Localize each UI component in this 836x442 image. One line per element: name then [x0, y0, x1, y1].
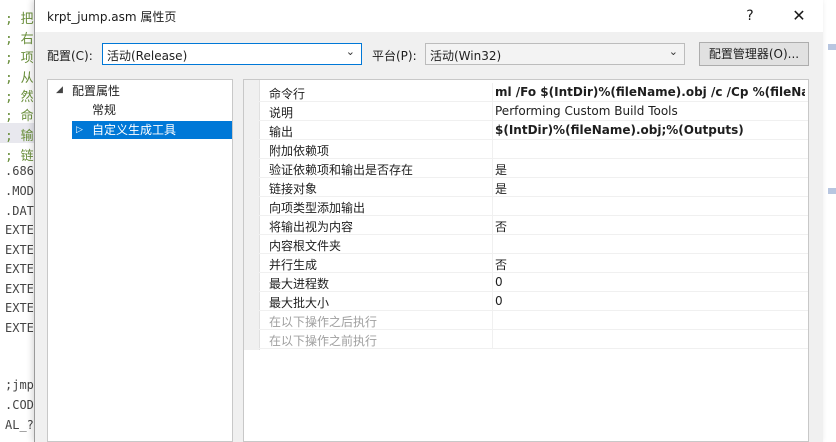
property-grid: 命令行 ml /Fo $(IntDir)%(fileName).obj /c /C… [243, 79, 809, 442]
property-value[interactable]: 是 [495, 161, 805, 178]
property-row[interactable]: 在以下操作之前执行 [259, 330, 808, 349]
property-row[interactable]: 链接对象 是 [259, 178, 808, 197]
scroll-marker [828, 44, 836, 50]
property-name: 最大进程数 [269, 277, 330, 291]
property-divider [492, 83, 493, 102]
property-divider [492, 292, 493, 311]
tree-item-configuration-properties[interactable]: 配置属性 [72, 82, 120, 100]
editor-code-line: .MOD [5, 184, 34, 198]
property-value[interactable]: ml /Fo $(IntDir)%(fileName).obj /c /Cp %… [495, 85, 805, 99]
configuration-manager-button[interactable]: 配置管理器(O)... [699, 42, 809, 66]
editor-code-line: ; 输 [5, 129, 34, 144]
property-value[interactable]: 否 [495, 218, 805, 235]
property-value[interactable]: 否 [495, 256, 805, 273]
editor-code-line: ; 把 [5, 12, 34, 27]
property-divider [492, 121, 493, 140]
property-name: 在以下操作之前执行 [269, 334, 378, 348]
platform-label: 平台(P): [372, 49, 417, 63]
editor-code-line: EXTE [5, 321, 34, 335]
editor-code-line: EXTE [5, 262, 34, 276]
editor-code-line: ; 从 [5, 71, 34, 86]
chevron-down-icon: ⌄ [345, 45, 355, 58]
property-row[interactable]: 命令行 ml /Fo $(IntDir)%(fileName).obj /c /C… [259, 83, 808, 102]
property-row[interactable]: 输出 $(IntDir)%(fileName).obj;%(Outputs) [259, 121, 808, 140]
property-name: 在以下操作之后执行 [269, 315, 378, 329]
editor-code-line: AL_? [5, 418, 34, 432]
property-row[interactable]: 最大批大小 0 [259, 292, 808, 311]
editor-code-line: ; 链 [5, 149, 34, 164]
editor-code-line: ; 然 [5, 90, 34, 105]
configuration-label: 配置(C): [47, 49, 93, 63]
editor-code-line: EXTE [5, 223, 34, 237]
editor-code-line: .COD [5, 398, 34, 412]
editor-code-line: EXTE [5, 243, 34, 257]
property-value[interactable]: Performing Custom Build Tools [495, 104, 805, 118]
platform-value: 活动(Win32) [430, 49, 502, 63]
editor-code-line: .686 [5, 164, 34, 178]
property-divider [492, 102, 493, 121]
expanded-triangle-icon[interactable]: ◢ [56, 85, 63, 95]
property-name: 内容根文件夹 [269, 239, 342, 253]
editor-code-line: EXTE [5, 282, 34, 296]
property-value[interactable]: 0 [495, 275, 805, 289]
background-editor-right-edge [822, 0, 836, 442]
tree-item-label: 自定义生成工具 [92, 123, 177, 137]
property-row[interactable]: 向项类型添加输出 [259, 197, 808, 216]
property-divider [492, 273, 493, 292]
editor-code-line: ;jmp [5, 378, 34, 392]
property-divider [492, 197, 493, 216]
chevron-down-icon: ⌄ [668, 45, 678, 58]
property-row[interactable]: 验证依赖项和输出是否存在 是 [259, 159, 808, 178]
editor-code-line: .DAT [5, 204, 34, 218]
property-row[interactable]: 附加依赖项 [259, 140, 808, 159]
scroll-marker [828, 188, 836, 194]
property-row[interactable]: 最大进程数 0 [259, 273, 808, 292]
tree-item-general[interactable]: 常规 [92, 101, 116, 119]
configuration-value: 活动(Release) [107, 49, 188, 63]
property-name: 最大批大小 [269, 296, 330, 310]
property-divider [492, 235, 493, 254]
dialog-title: krpt_jump.asm 属性页 [47, 10, 177, 24]
property-divider [492, 140, 493, 159]
property-grid-gutter [244, 80, 260, 350]
property-name: 附加依赖项 [269, 144, 330, 158]
help-button[interactable]: ? [725, 4, 775, 28]
property-divider [492, 254, 493, 273]
background-code-editor: ; 把 ; 右 ; 项 ; 从 ; 然 ; 命 ; 输 ; 链 .686 .MOD .DAT EXTE… [0, 0, 38, 442]
property-name: 链接对象 [269, 182, 318, 196]
property-value[interactable]: $(IntDir)%(fileName).obj;%(Outputs) [495, 123, 805, 137]
property-value[interactable]: 0 [495, 294, 805, 308]
property-row[interactable]: 将输出视为内容 否 [259, 216, 808, 235]
property-tree: ◢ 配置属性 常规 自定义生成工具 ▷ [47, 79, 233, 442]
property-row[interactable]: 说明 Performing Custom Build Tools [259, 102, 808, 121]
property-name: 输出 [269, 125, 294, 139]
tree-item-custom-build-tool[interactable]: 自定义生成工具 [72, 121, 232, 139]
property-name: 并行生成 [269, 258, 318, 272]
platform-select[interactable]: 活动(Win32) ⌄ [425, 43, 685, 65]
editor-code-line: ; 命 [5, 109, 34, 124]
close-button[interactable]: ✕ [777, 4, 821, 28]
property-row[interactable]: 内容根文件夹 [259, 235, 808, 254]
property-name: 说明 [269, 106, 294, 120]
property-name: 命令行 [269, 87, 306, 101]
property-divider [492, 159, 493, 178]
property-divider [492, 216, 493, 235]
editor-code-line: ; 项 [5, 51, 34, 66]
collapsed-triangle-icon[interactable]: ▷ [76, 125, 83, 135]
property-name: 将输出视为内容 [269, 220, 354, 234]
dialog-titlebar[interactable]: krpt_jump.asm 属性页 ? ✕ [35, 0, 823, 32]
editor-code-line: ; 右 [5, 32, 34, 47]
editor-code-line: EXTE [5, 301, 34, 315]
property-name: 向项类型添加输出 [269, 201, 366, 215]
property-name: 验证依赖项和输出是否存在 [269, 163, 414, 177]
property-row[interactable]: 在以下操作之后执行 [259, 311, 808, 330]
property-row[interactable]: 并行生成 否 [259, 254, 808, 273]
property-divider [492, 330, 493, 349]
configuration-select[interactable]: 活动(Release) ⌄ [102, 43, 362, 65]
property-divider [492, 178, 493, 197]
property-divider [492, 311, 493, 330]
property-pages-dialog: krpt_jump.asm 属性页 ? ✕ 配置(C): 活动(Release)… [34, 0, 823, 442]
property-value[interactable]: 是 [495, 180, 805, 197]
